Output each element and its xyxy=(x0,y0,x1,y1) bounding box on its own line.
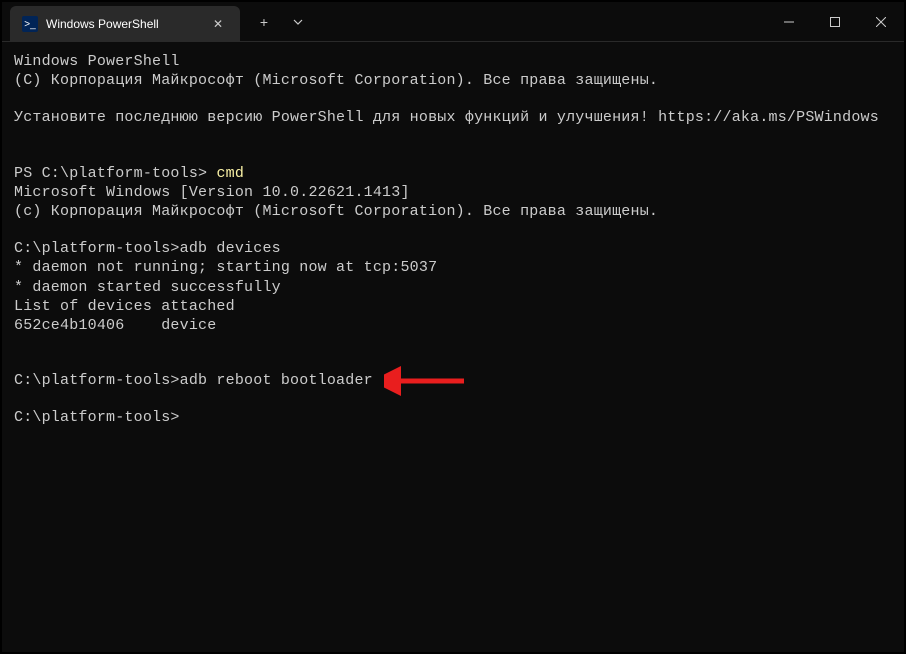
blank-line xyxy=(14,335,892,353)
prompt-line: C:\platform-tools>adb reboot bootloader xyxy=(14,371,892,390)
prompt-line: PS C:\platform-tools> cmd xyxy=(14,164,892,183)
output-line: * daemon started successfully xyxy=(14,278,892,297)
output-line: 652ce4b10406 device xyxy=(14,316,892,335)
prompt-line: C:\platform-tools> xyxy=(14,408,892,427)
blank-line xyxy=(14,353,892,371)
output-line: List of devices attached xyxy=(14,297,892,316)
tab-controls: + xyxy=(240,2,314,41)
ps-prompt: PS C:\platform-tools> xyxy=(14,165,216,182)
close-icon xyxy=(876,17,886,27)
blank-line xyxy=(14,390,892,408)
prompt-line: C:\platform-tools>adb devices xyxy=(14,239,892,258)
window-controls xyxy=(766,2,904,41)
blank-line xyxy=(14,90,892,108)
blank-line xyxy=(14,221,892,239)
terminal-content[interactable]: Windows PowerShell (C) Корпорация Майкро… xyxy=(2,42,904,652)
minimize-icon xyxy=(784,17,794,27)
titlebar-drag-area[interactable] xyxy=(314,2,766,41)
output-line: (C) Корпорация Майкрософт (Microsoft Cor… xyxy=(14,71,892,90)
output-line: (c) Корпорация Майкрософт (Microsoft Cor… xyxy=(14,202,892,221)
output-line: * daemon not running; starting now at tc… xyxy=(14,258,892,277)
titlebar: >_ Windows PowerShell ✕ + xyxy=(2,2,904,42)
output-line: Microsoft Windows [Version 10.0.22621.14… xyxy=(14,183,892,202)
new-tab-button[interactable]: + xyxy=(248,6,280,38)
chevron-down-icon xyxy=(293,17,303,27)
blank-line xyxy=(14,128,892,146)
close-button[interactable] xyxy=(858,2,904,41)
tab-title: Windows PowerShell xyxy=(46,17,200,31)
output-line: Windows PowerShell xyxy=(14,52,892,71)
blank-line xyxy=(14,146,892,164)
maximize-icon xyxy=(830,17,840,27)
terminal-window: >_ Windows PowerShell ✕ + xyxy=(0,0,906,654)
powershell-icon: >_ xyxy=(22,16,38,32)
tab-powershell[interactable]: >_ Windows PowerShell ✕ xyxy=(10,6,240,42)
close-tab-icon[interactable]: ✕ xyxy=(208,14,228,34)
minimize-button[interactable] xyxy=(766,2,812,41)
cmd-input: cmd xyxy=(216,165,244,182)
tab-menu-dropdown[interactable] xyxy=(282,6,314,38)
output-line: Установите последнюю версию PowerShell д… xyxy=(14,108,892,127)
maximize-button[interactable] xyxy=(812,2,858,41)
